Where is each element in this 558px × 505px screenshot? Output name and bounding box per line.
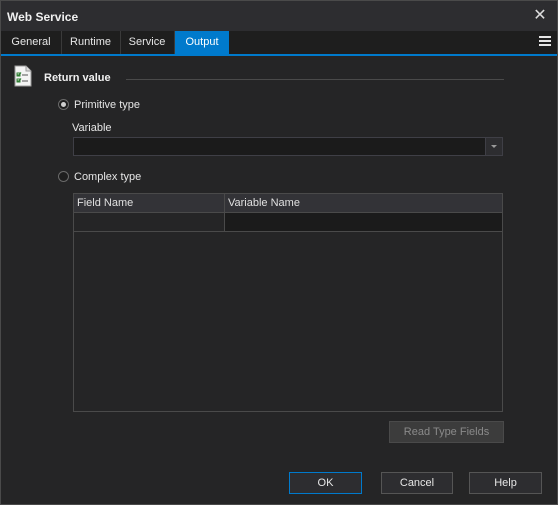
help-button[interactable]: Help	[469, 472, 542, 494]
variable-name-cell[interactable]	[225, 213, 502, 232]
complex-type-label: Complex type	[74, 171, 142, 183]
column-header-field-name[interactable]: Field Name	[74, 194, 225, 212]
section-title: Return value	[44, 72, 111, 84]
title-bar: Web Service ✕	[1, 1, 557, 31]
tab-runtime[interactable]: Runtime	[61, 31, 121, 54]
field-mapping-grid[interactable]: Field Name Variable Name	[73, 193, 503, 412]
variable-combobox[interactable]	[73, 137, 503, 156]
grid-header: Field Name Variable Name	[74, 194, 502, 213]
window-title: Web Service	[7, 10, 79, 24]
tab-output[interactable]: Output	[175, 31, 229, 54]
radio-unselected-icon[interactable]	[58, 171, 69, 182]
radio-selected-icon[interactable]	[58, 99, 69, 110]
primitive-type-label: Primitive type	[74, 99, 141, 111]
checklist-icon	[14, 65, 32, 87]
field-name-cell[interactable]	[74, 213, 225, 232]
tab-menu-icon[interactable]	[539, 36, 551, 50]
section-divider	[126, 79, 504, 80]
web-service-dialog: Web Service ✕ General Runtime Service Ou…	[0, 0, 558, 505]
variable-label: Variable	[72, 122, 112, 134]
close-icon[interactable]: ✕	[529, 5, 551, 27]
ok-button[interactable]: OK	[289, 472, 362, 494]
table-row[interactable]	[74, 213, 502, 232]
column-header-variable-name[interactable]: Variable Name	[225, 194, 502, 212]
read-type-fields-button[interactable]: Read Type Fields	[389, 421, 504, 443]
tab-general[interactable]: General	[1, 31, 62, 54]
tab-service[interactable]: Service	[120, 31, 175, 54]
cancel-button[interactable]: Cancel	[381, 472, 453, 494]
tab-bar: General Runtime Service Output	[1, 31, 557, 56]
output-panel: Return value Primitive type Variable Com…	[1, 56, 557, 504]
chevron-down-icon[interactable]	[485, 138, 502, 155]
